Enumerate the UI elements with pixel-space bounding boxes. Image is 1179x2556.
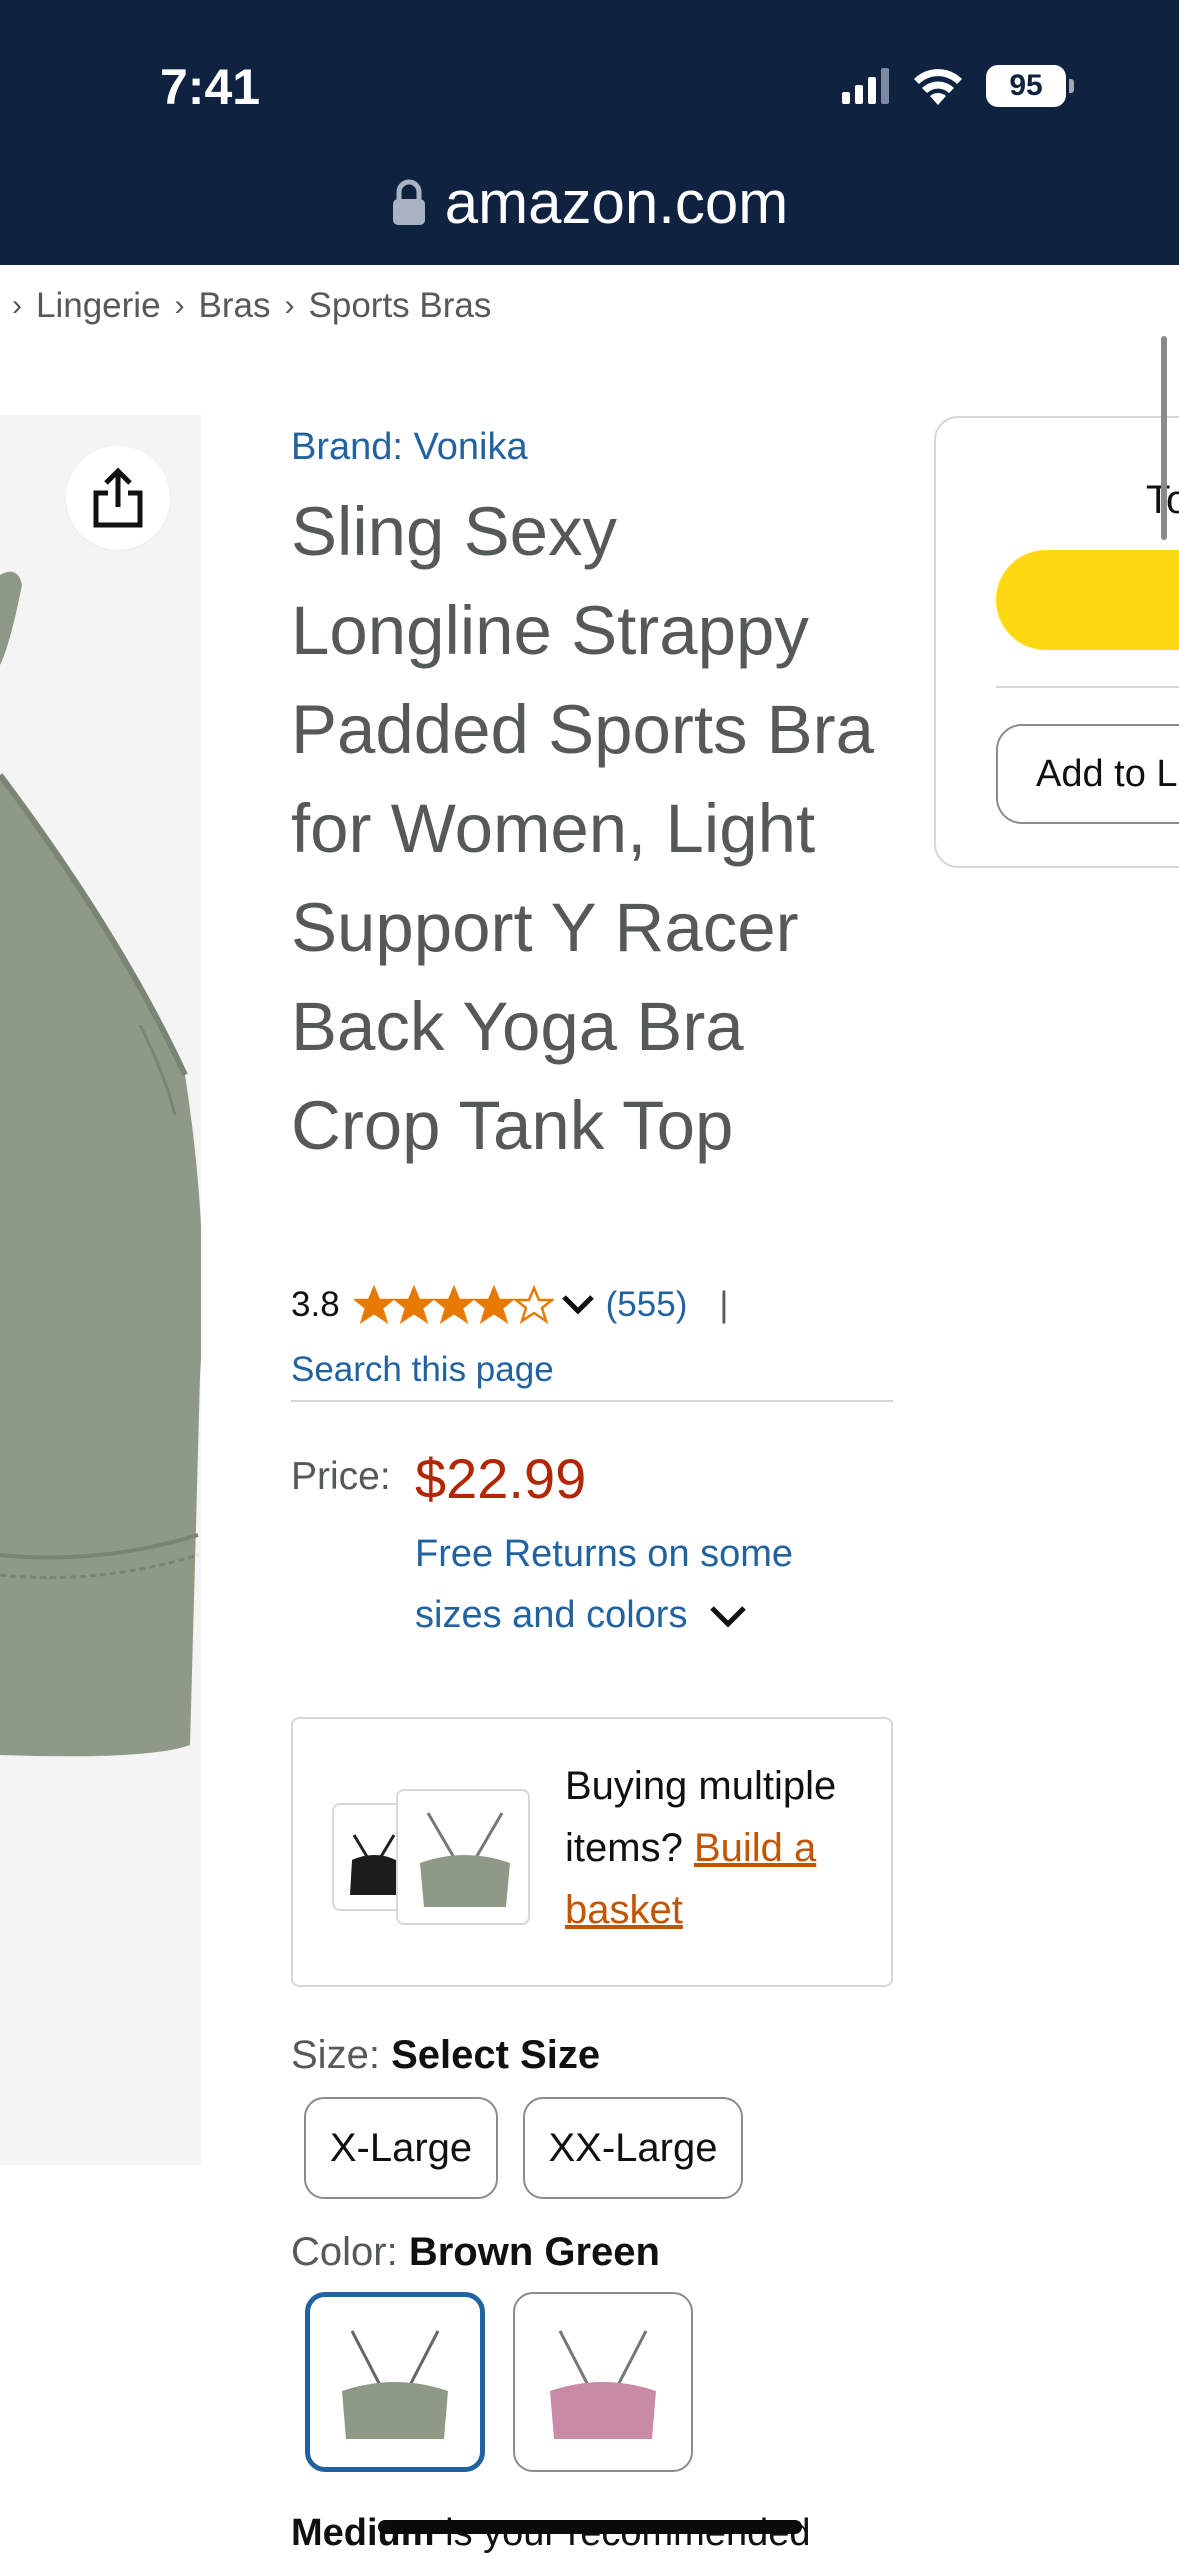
status-time: 7:41 — [160, 59, 261, 115]
divider — [291, 1400, 893, 1402]
color-swatch-pink[interactable] — [513, 2292, 693, 2472]
buy-box: To Add to List — [934, 416, 1179, 868]
wifi-icon — [914, 69, 962, 105]
multi-buy-text: Buying multiple items? Build a basket — [565, 1755, 885, 1941]
star-icon — [473, 1285, 514, 1324]
product-thumbnail-green — [396, 1789, 530, 1925]
status-icons: 95 — [842, 62, 1074, 110]
free-returns-link[interactable]: Free Returns on some sizes and colors — [415, 1524, 885, 1646]
star-icon — [393, 1285, 434, 1324]
share-button[interactable] — [66, 446, 170, 550]
rating-row[interactable]: 3.8 (555) | — [291, 1280, 891, 1330]
size-selector-label: Size: Select Size — [291, 2033, 891, 2078]
chevron-down-icon[interactable] — [560, 1293, 596, 1317]
size-selected: Select Size — [391, 2033, 601, 2077]
search-this-page-link[interactable]: Search this page — [291, 1350, 891, 1390]
add-to-cart-button[interactable] — [996, 550, 1179, 650]
add-to-list-button[interactable]: Add to List — [996, 724, 1179, 824]
breadcrumb-separator: › — [174, 289, 185, 322]
multi-buy-box: Buying multiple items? Build a basket — [291, 1717, 893, 1987]
chevron-down-icon — [710, 1606, 746, 1628]
scrollbar[interactable] — [1161, 336, 1167, 540]
color-selected: Brown Green — [408, 2230, 660, 2274]
rating-value: 3.8 — [291, 1285, 340, 1324]
separator: | — [719, 1285, 729, 1324]
star-icon — [433, 1285, 474, 1324]
color-label: Color: — [291, 2230, 398, 2274]
url-domain: amazon.com — [444, 169, 789, 236]
size-option-x-large[interactable]: X-Large — [304, 2097, 498, 2199]
breadcrumb-item-lingerie[interactable]: Lingerie — [36, 286, 161, 326]
browser-header: 7:41 95 amazon.com — [0, 0, 1179, 265]
size-label: Size: — [291, 2033, 380, 2077]
breadcrumb-item-sports-bras[interactable]: Sports Bras — [309, 286, 492, 326]
color-swatch-brown-green[interactable] — [305, 2292, 485, 2472]
product-title: Sling Sexy Longline Strappy Padded Sport… — [291, 493, 875, 1164]
product-photo — [0, 571, 201, 1757]
star-icon — [513, 1285, 554, 1324]
star-icon — [353, 1285, 394, 1324]
price-label: Price: — [291, 1455, 391, 1498]
rating-count-link[interactable]: (555) — [606, 1285, 688, 1325]
size-option-xx-large[interactable]: XX-Large — [523, 2097, 743, 2199]
divider — [996, 686, 1179, 688]
breadcrumb-item-bras[interactable]: Bras — [199, 286, 271, 326]
home-indicator[interactable] — [378, 2520, 802, 2534]
breadcrumb: › Lingerie › Bras › Sports Bras — [12, 286, 491, 326]
url-bar[interactable]: amazon.com — [0, 168, 1179, 237]
rating-stars[interactable] — [353, 1285, 554, 1325]
breadcrumb-separator: › — [12, 289, 22, 322]
lock-icon — [392, 179, 425, 225]
brand-link[interactable]: Brand: Vonika — [291, 426, 891, 469]
battery-indicator: 95 — [986, 65, 1074, 107]
cellular-signal-icon — [842, 68, 889, 104]
breadcrumb-separator: › — [284, 289, 295, 322]
product-image[interactable] — [0, 415, 201, 2165]
price-value: $22.99 — [415, 1447, 587, 1510]
color-selector-label: Color: Brown Green — [291, 2230, 891, 2275]
share-icon — [93, 467, 143, 528]
